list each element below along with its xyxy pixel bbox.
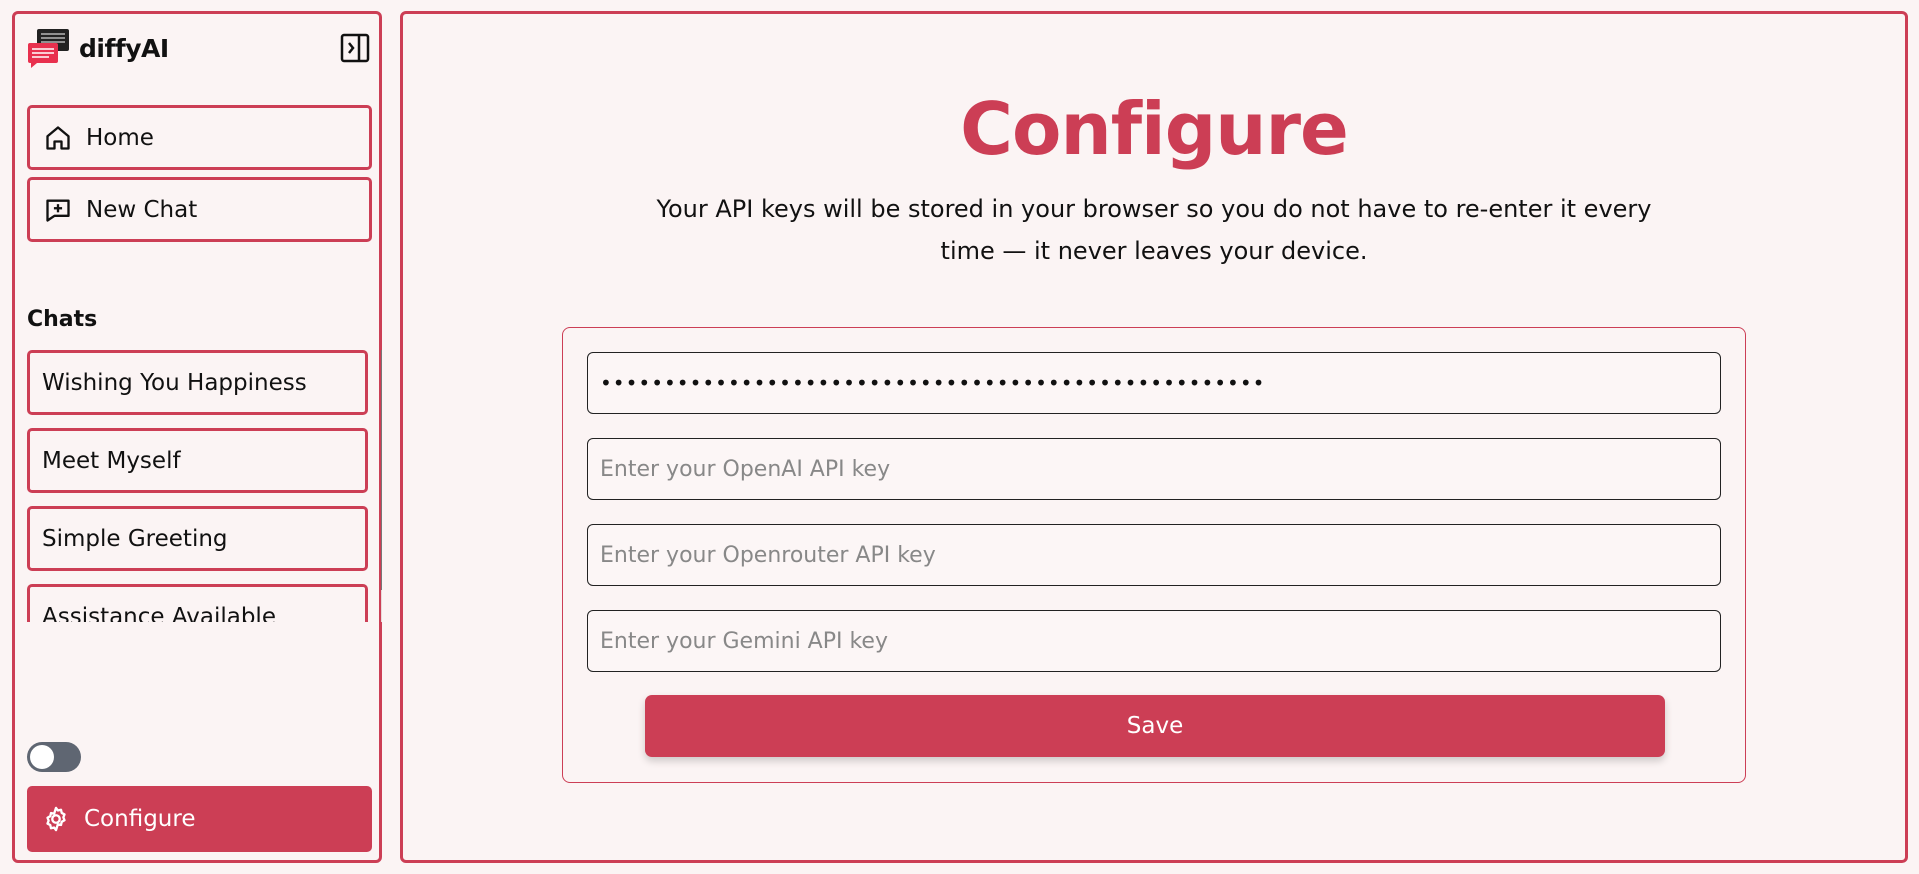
chat-item[interactable]: Meet Myself — [27, 428, 368, 493]
chat-list[interactable]: Wishing You Happiness Meet Myself Simple… — [27, 350, 382, 622]
sidebar: diffyAI Home New Chat Chats Wishing You … — [12, 11, 382, 863]
brand[interactable]: diffyAI — [27, 28, 169, 68]
sidebar-item-home[interactable]: Home — [27, 105, 372, 170]
chat-item[interactable]: Wishing You Happiness — [27, 350, 368, 415]
main-panel: Configure Your API keys will be stored i… — [400, 11, 1908, 863]
configure-label: Configure — [84, 806, 196, 832]
gemini-api-key-field[interactable] — [587, 610, 1721, 672]
home-icon — [44, 124, 72, 152]
api-key-field-filled[interactable] — [587, 352, 1721, 414]
sidebar-item-label: Home — [86, 124, 154, 151]
theme-toggle[interactable] — [27, 742, 81, 772]
page-subtitle: Your API keys will be stored in your bro… — [403, 188, 1905, 272]
chat-bubbles-logo-icon — [27, 28, 71, 68]
chat-item[interactable]: Assistance Available — [27, 584, 368, 622]
toggle-knob — [30, 745, 54, 769]
sidebar-item-new-chat[interactable]: New Chat — [27, 177, 372, 242]
openai-api-key-field[interactable] — [587, 438, 1721, 500]
openrouter-api-key-field[interactable] — [587, 524, 1721, 586]
gear-icon — [42, 805, 70, 833]
scrollbar-thumb[interactable] — [381, 350, 382, 590]
subtitle-line: time — it never leaves your device. — [940, 237, 1368, 265]
chat-list-scrollbar[interactable] — [381, 350, 382, 622]
page-title: Configure — [960, 87, 1349, 171]
save-button[interactable]: Save — [645, 695, 1665, 757]
collapse-sidebar-button[interactable] — [340, 33, 370, 63]
sidebar-collapse-icon — [340, 33, 370, 63]
subtitle-line: Your API keys will be stored in your bro… — [656, 195, 1652, 223]
sidebar-item-label: New Chat — [86, 196, 198, 223]
configure-button[interactable]: Configure — [27, 786, 372, 852]
api-keys-form: Save — [562, 327, 1746, 783]
app-name: diffyAI — [79, 33, 169, 63]
chat-item[interactable]: Simple Greeting — [27, 506, 368, 571]
message-plus-icon — [44, 196, 72, 224]
chats-heading: Chats — [27, 307, 98, 332]
